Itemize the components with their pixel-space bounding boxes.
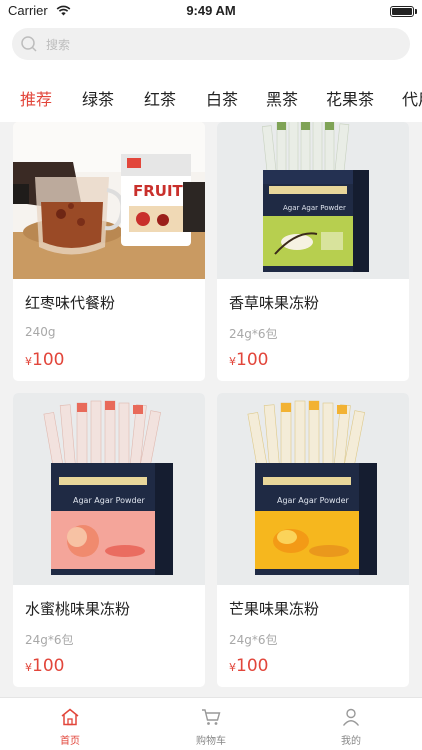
product-card[interactable]: Agar Agar Powder 水蜜桃味果冻粉 24g*6包 ¥100 — [13, 393, 205, 687]
product-card[interactable]: Agar Agar Powder 芒果味果冻粉 24g*6包 ¥100 — [217, 393, 409, 687]
package-text: Agar Agar Powder — [73, 496, 146, 505]
tab-recommend[interactable]: 推荐 — [20, 86, 52, 110]
product-spec: 24g*6包 — [25, 633, 74, 647]
product-image[interactable]: Agar Agar Powder — [217, 393, 409, 585]
currency-symbol: ¥ — [229, 661, 236, 674]
cart-icon — [202, 709, 221, 725]
tabbar-me[interactable]: 我的 — [311, 708, 391, 747]
price-value: 100 — [236, 350, 269, 370]
search-bar: 搜索 — [0, 22, 422, 68]
battery-icon — [390, 6, 414, 17]
tabbar-cart[interactable]: 购物车 — [171, 708, 251, 747]
search-input[interactable]: 搜索 — [12, 28, 410, 60]
tab-green-tea[interactable]: 绿茶 — [82, 86, 114, 110]
product-card[interactable]: FRUIT 红枣味代餐粉 240g ¥100 — [13, 122, 205, 381]
product-price: ¥100 — [25, 350, 64, 370]
product-image[interactable]: Agar Agar Powder — [217, 122, 409, 279]
bottom-tab-bar: 首页 购物车 我的 — [0, 697, 422, 750]
product-image[interactable]: Agar Agar Powder — [13, 393, 205, 585]
product-price: ¥100 — [25, 656, 64, 676]
clock: 9:49 AM — [186, 3, 236, 18]
package-text: FRUIT — [133, 182, 184, 200]
status-bar: Carrier 9:49 AM — [0, 0, 422, 22]
product-spec: 240g — [25, 325, 56, 339]
tab-substitute-tea[interactable]: 代用 — [402, 86, 422, 110]
product-price: ¥100 — [229, 350, 268, 370]
tabbar-cart-label: 购物车 — [196, 736, 226, 747]
price-value: 100 — [32, 656, 65, 676]
currency-symbol: ¥ — [25, 661, 32, 674]
currency-symbol: ¥ — [229, 355, 236, 368]
tab-flower-fruit-tea[interactable]: 花果茶 — [326, 86, 374, 110]
tab-dark-tea[interactable]: 黑茶 — [266, 86, 298, 110]
tabbar-home[interactable]: 首页 — [30, 708, 110, 747]
home-icon — [61, 708, 79, 726]
package-text: Agar Agar Powder — [283, 204, 346, 212]
product-image[interactable]: FRUIT — [13, 122, 205, 279]
product-spec: 24g*6包 — [229, 327, 278, 341]
tabbar-home-label: 首页 — [60, 736, 80, 747]
product-spec: 24g*6包 — [229, 633, 278, 647]
package-text: Agar Agar Powder — [277, 496, 350, 505]
product-name: 芒果味果冻粉 — [229, 600, 320, 618]
tabbar-me-label: 我的 — [341, 736, 361, 747]
product-card[interactable]: Agar Agar Powder 香草味果冻粉 24g*6包 ¥100 — [217, 122, 409, 381]
search-icon — [21, 36, 37, 52]
product-name: 水蜜桃味果冻粉 — [25, 600, 131, 618]
product-price: ¥100 — [229, 656, 268, 676]
search-placeholder: 搜索 — [46, 38, 71, 52]
product-name: 香草味果冻粉 — [229, 294, 320, 312]
tab-black-tea[interactable]: 红茶 — [144, 86, 176, 110]
price-value: 100 — [32, 350, 65, 370]
user-icon — [342, 708, 360, 726]
tab-white-tea[interactable]: 白茶 — [206, 86, 238, 110]
product-name: 红枣味代餐粉 — [25, 294, 116, 312]
battery-tip — [415, 9, 417, 14]
currency-symbol: ¥ — [25, 355, 32, 368]
category-tabs: 推荐 绿茶 红茶 白茶 黑茶 花果茶 代用 — [0, 68, 422, 122]
price-value: 100 — [236, 656, 269, 676]
